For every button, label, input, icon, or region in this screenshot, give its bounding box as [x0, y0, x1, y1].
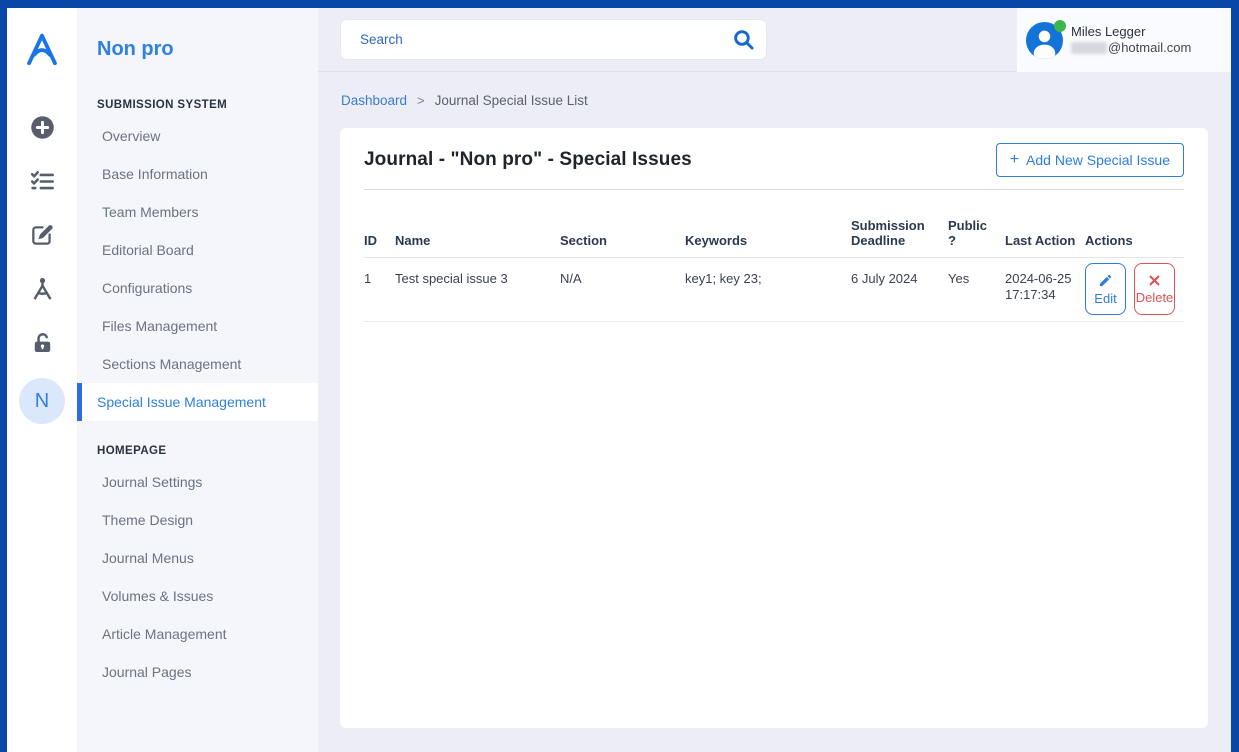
main-area: Miles Legger @hotmail.com Dashboard > Jo…: [318, 8, 1231, 752]
icon-rail: N: [7, 8, 77, 752]
delete-button-label: Delete: [1136, 290, 1174, 305]
avatar: [1026, 22, 1063, 59]
sidebar-item-label: Base Information: [102, 166, 208, 182]
checklist-icon[interactable]: [28, 168, 56, 194]
sidebar-item-sections-management[interactable]: Sections Management: [77, 345, 318, 383]
breadcrumb: Dashboard > Journal Special Issue List: [318, 72, 1231, 128]
add-button-label: Add New Special Issue: [1026, 152, 1170, 168]
content-card: Journal - "Non pro" - Special Issues + A…: [340, 128, 1208, 728]
compose-icon[interactable]: [28, 222, 56, 248]
col-header-section: Section: [560, 218, 685, 258]
page-title: Journal - "Non pro" - Special Issues: [364, 149, 692, 185]
sidebar-item-label: Configurations: [102, 280, 192, 296]
sidebar-item-label: Special Issue Management: [97, 394, 266, 410]
cell-id: 1: [364, 258, 395, 322]
sidebar-item-label: Editorial Board: [102, 242, 194, 258]
user-name: Miles Legger: [1071, 24, 1191, 40]
sidebar-item-label: Journal Pages: [102, 664, 192, 680]
col-header-submission-deadline: Submission Deadline: [851, 218, 948, 258]
sidebar-item-label: Journal Settings: [102, 474, 202, 490]
sidebar-item-journal-menus[interactable]: Journal Menus: [77, 539, 318, 577]
sidebar-item-label: Team Members: [102, 204, 198, 220]
user-menu[interactable]: Miles Legger @hotmail.com: [1017, 8, 1231, 72]
table-header-row: ID Name Section Keywords Submission Dead…: [364, 218, 1184, 258]
plus-circle-icon[interactable]: [28, 114, 56, 140]
cell-last-action: 2024-06-25 17:17:34: [1005, 258, 1085, 322]
delete-button[interactable]: Delete: [1134, 263, 1175, 315]
col-header-name: Name: [395, 218, 560, 258]
edit-button[interactable]: Edit: [1085, 263, 1126, 315]
sidebar-item-label: Journal Menus: [102, 550, 194, 566]
sidebar-item-overview[interactable]: Overview: [77, 117, 318, 155]
table-row: 1 Test special issue 3 N/A key1; key 23;…: [364, 258, 1184, 322]
col-header-keywords: Keywords: [685, 218, 851, 258]
sidebar-item-label: Sections Management: [102, 356, 241, 372]
app-logo[interactable]: [22, 26, 62, 72]
breadcrumb-separator: >: [417, 93, 425, 108]
sidebar-item-volumes-issues[interactable]: Volumes & Issues: [77, 577, 318, 615]
unlock-icon[interactable]: [28, 330, 56, 356]
col-header-actions: Actions: [1085, 218, 1184, 258]
nav-section-homepage: HOMEPAGE: [77, 445, 318, 457]
x-icon: [1148, 274, 1161, 287]
sidebar-item-editorial-board[interactable]: Editorial Board: [77, 231, 318, 269]
sidebar-item-label: Volumes & Issues: [102, 588, 213, 604]
journal-title: Non pro: [77, 8, 318, 61]
sidebar-item-label: Overview: [102, 128, 160, 144]
breadcrumb-current: Journal Special Issue List: [435, 93, 588, 108]
cell-name: Test special issue 3: [395, 258, 560, 322]
homepage-nav: Journal Settings Theme Design Journal Me…: [77, 463, 318, 691]
cell-section: N/A: [560, 258, 685, 322]
sidebar-item-base-information[interactable]: Base Information: [77, 155, 318, 193]
search-input[interactable]: [341, 32, 720, 47]
nav-section-submission-system: SUBMISSION SYSTEM: [77, 99, 318, 111]
top-bar: Miles Legger @hotmail.com: [318, 8, 1231, 72]
plus-icon: +: [1010, 153, 1019, 167]
sidebar-item-team-members[interactable]: Team Members: [77, 193, 318, 231]
sidebar-item-journal-settings[interactable]: Journal Settings: [77, 463, 318, 501]
sidebar-item-label: Article Management: [102, 626, 227, 642]
sidebar-item-special-issue-management[interactable]: Special Issue Management: [77, 383, 318, 421]
compass-icon[interactable]: [28, 276, 56, 302]
sidebar-item-label: Theme Design: [102, 512, 193, 528]
cell-public: Yes: [948, 258, 1005, 322]
online-status-dot: [1054, 20, 1066, 32]
cell-keywords: key1; key 23;: [685, 258, 851, 322]
email-prefix-redacted: [1071, 42, 1107, 54]
email-domain: @hotmail.com: [1108, 40, 1191, 56]
card-header: Journal - "Non pro" - Special Issues + A…: [364, 128, 1184, 190]
journal-initial-avatar[interactable]: N: [19, 378, 65, 424]
cell-actions: Edit Delete: [1085, 258, 1184, 322]
logo-a-icon: [22, 27, 62, 71]
sidebar-item-configurations[interactable]: Configurations: [77, 269, 318, 307]
pencil-icon: [1098, 273, 1113, 288]
add-new-special-issue-button[interactable]: + Add New Special Issue: [996, 143, 1184, 177]
sidebar: Non pro SUBMISSION SYSTEM Overview Base …: [77, 8, 318, 752]
cell-submission-deadline: 6 July 2024: [851, 258, 948, 322]
submission-system-nav: Overview Base Information Team Members E…: [77, 117, 318, 421]
user-email: @hotmail.com: [1071, 40, 1191, 56]
special-issues-table: ID Name Section Keywords Submission Dead…: [364, 218, 1184, 322]
sidebar-item-files-management[interactable]: Files Management: [77, 307, 318, 345]
col-header-id: ID: [364, 218, 395, 258]
sidebar-item-article-management[interactable]: Article Management: [77, 615, 318, 653]
breadcrumb-link-dashboard[interactable]: Dashboard: [341, 93, 407, 108]
sidebar-item-theme-design[interactable]: Theme Design: [77, 501, 318, 539]
search-box: [341, 20, 766, 59]
app-window: N Non pro SUBMISSION SYSTEM Overview Bas…: [7, 8, 1231, 752]
col-header-public: Public ?: [948, 218, 1005, 258]
sidebar-item-journal-pages[interactable]: Journal Pages: [77, 653, 318, 691]
sidebar-item-label: Files Management: [102, 318, 217, 334]
col-header-last-action: Last Action: [1005, 218, 1085, 258]
edit-button-label: Edit: [1094, 291, 1116, 306]
search-icon[interactable]: [720, 20, 766, 59]
